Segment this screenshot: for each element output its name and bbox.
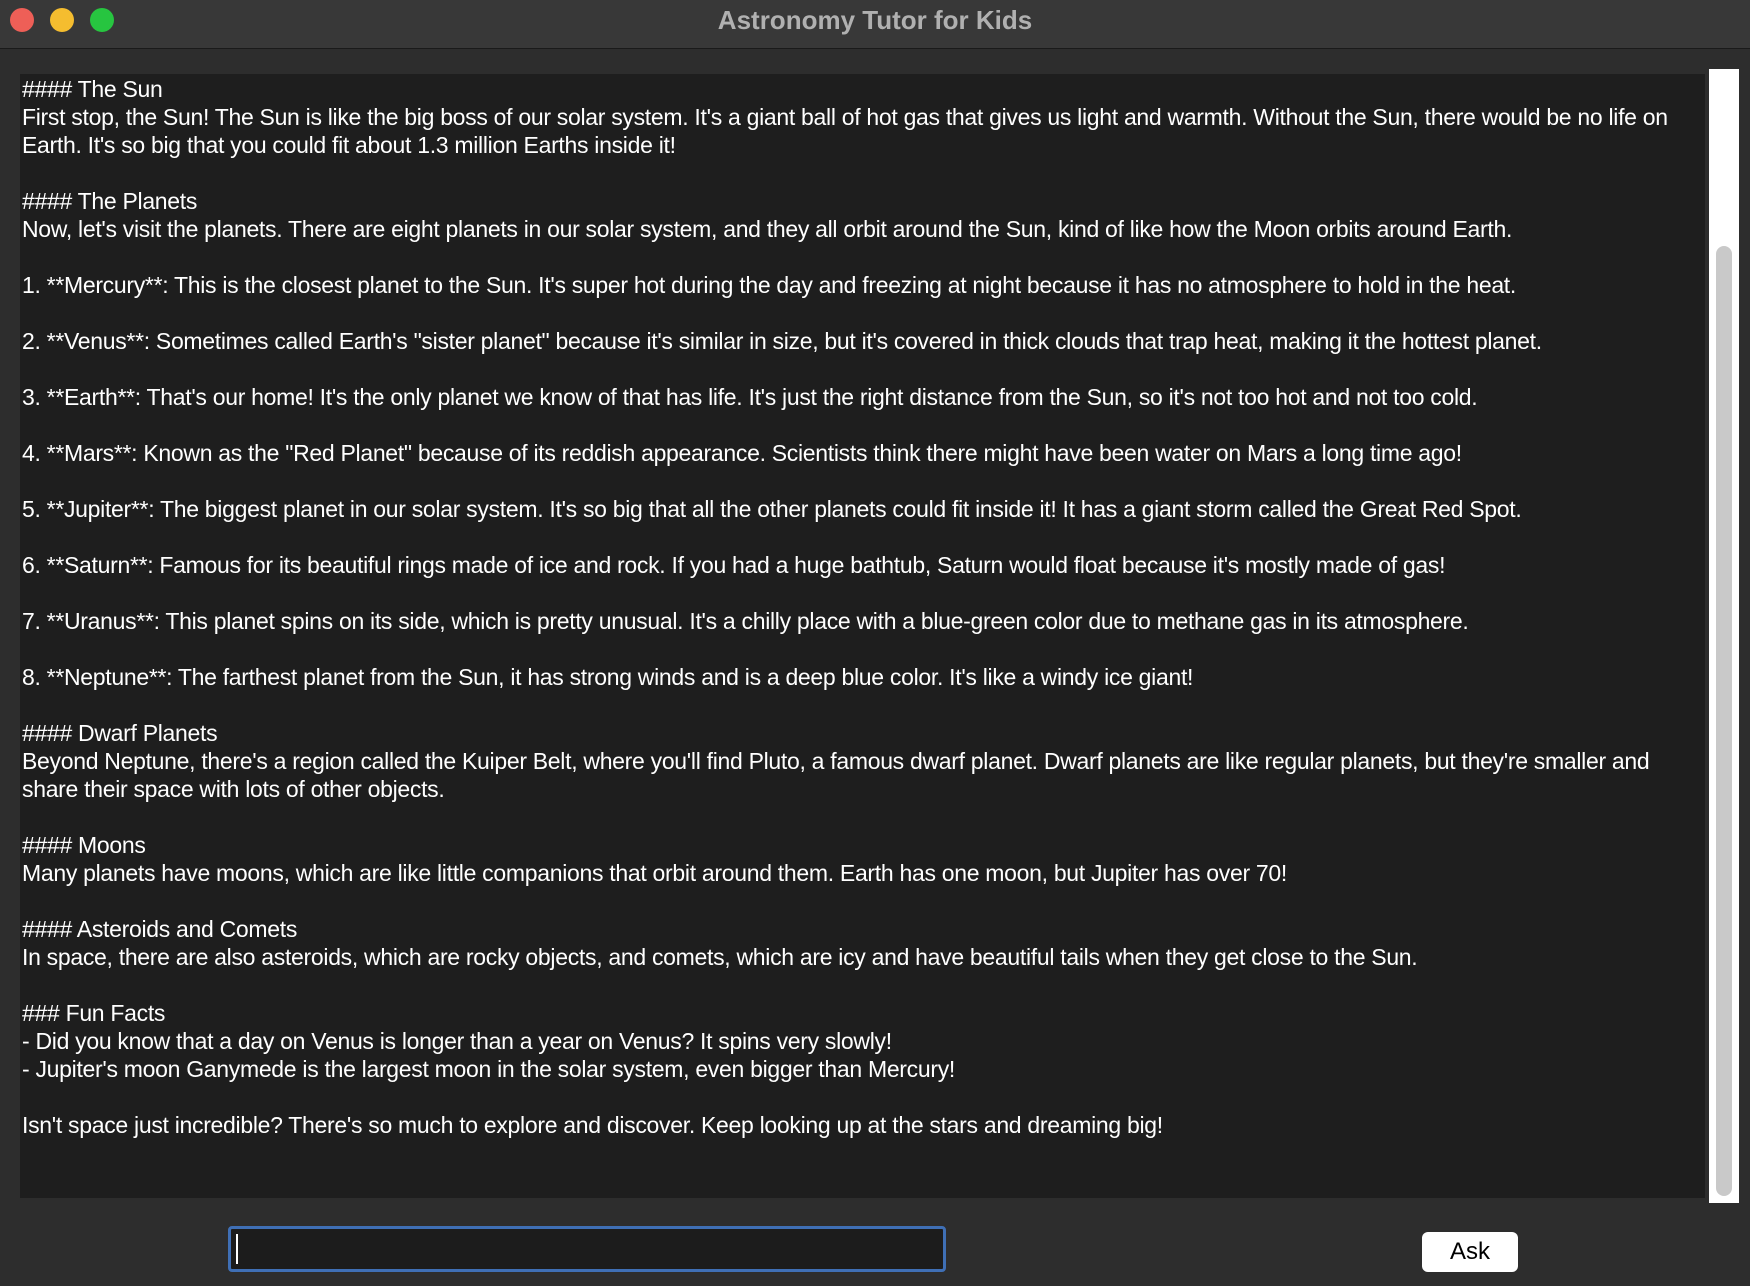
window-title: Astronomy Tutor for Kids	[717, 5, 1033, 35]
app-window: Astronomy Tutor for Kids #### The Sun Fi…	[0, 0, 1750, 1286]
title-bar: Astronomy Tutor for Kids	[0, 0, 1750, 49]
response-text-area[interactable]: #### The Sun First stop, the Sun! The Su…	[20, 74, 1705, 1198]
response-text: #### The Sun First stop, the Sun! The Su…	[22, 76, 1668, 1138]
question-input[interactable]	[228, 1226, 946, 1272]
text-cursor	[236, 1234, 238, 1264]
scrollbar-thumb[interactable]	[1716, 246, 1732, 1196]
ask-button[interactable]: Ask	[1422, 1232, 1518, 1272]
